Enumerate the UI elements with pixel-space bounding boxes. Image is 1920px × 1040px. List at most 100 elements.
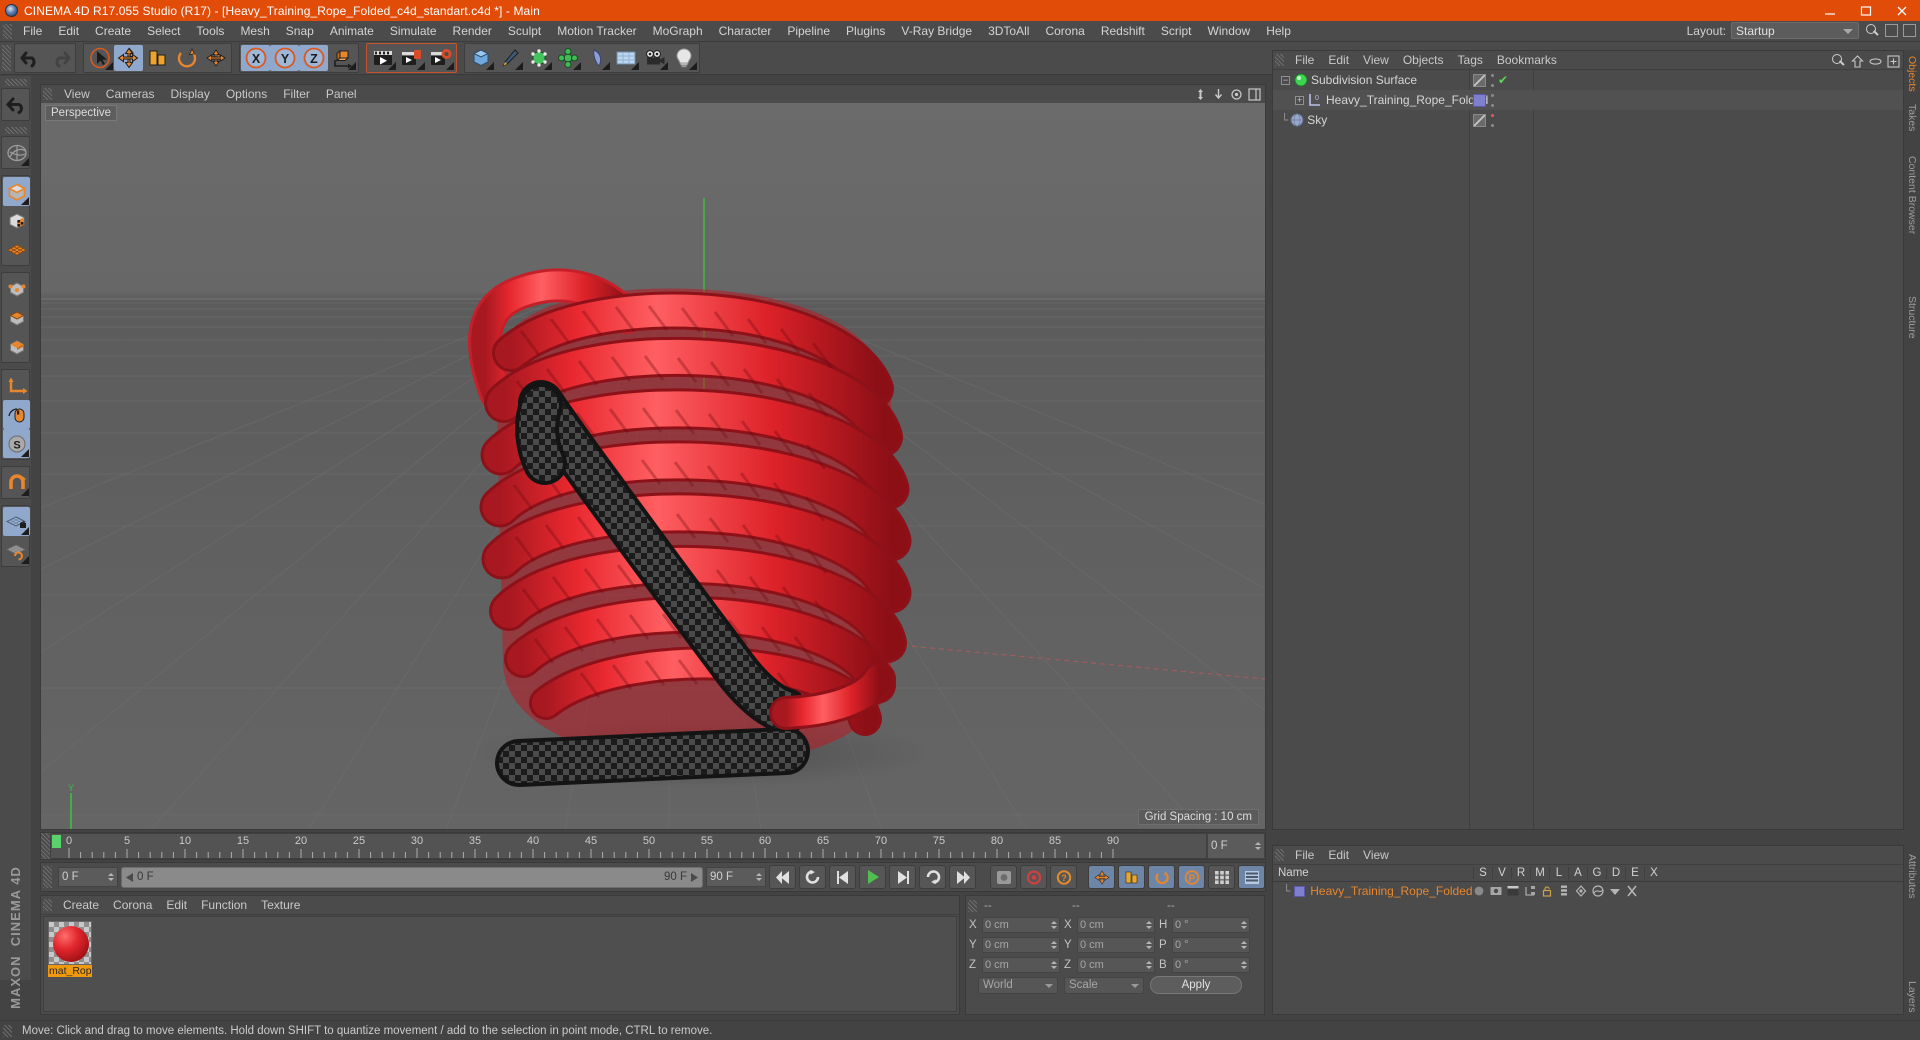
material-manager-grip[interactable]	[43, 899, 52, 911]
menu-item-snap[interactable]: Snap	[278, 21, 322, 42]
rot-b-field[interactable]: 0 °	[1172, 956, 1250, 973]
lock-y-axis-button[interactable]: Y	[270, 45, 299, 71]
select-tool-button[interactable]	[85, 45, 114, 71]
undo-button[interactable]	[16, 45, 45, 71]
rotate-tool-button[interactable]	[172, 45, 201, 71]
magnet-tool-button[interactable]	[3, 468, 30, 497]
pos-y-field[interactable]: 0 cm	[982, 936, 1060, 953]
search-icon[interactable]	[1830, 53, 1846, 69]
material-item[interactable]: mat_Rope	[48, 921, 92, 977]
menu-item-pipeline[interactable]: Pipeline	[779, 21, 838, 42]
menu-item-file[interactable]: File	[15, 21, 50, 42]
vtab-content-browser[interactable]: Content Browser	[1904, 150, 1920, 240]
lock-icon[interactable]	[1541, 885, 1553, 897]
visibility-swatch[interactable]	[1473, 113, 1486, 127]
menu-item-plugins[interactable]: Plugins	[838, 21, 893, 42]
world-coordinate-button[interactable]	[328, 45, 357, 71]
enable-snap-button[interactable]: S	[3, 429, 30, 458]
expression-icon[interactable]	[1609, 885, 1621, 897]
object-manager-grip[interactable]	[1275, 54, 1284, 66]
workplane-toggle-button[interactable]	[3, 536, 30, 565]
add-spline-button[interactable]	[495, 45, 524, 71]
search-icon[interactable]	[1864, 23, 1880, 39]
attrmgr-menu-edit[interactable]: Edit	[1321, 848, 1356, 862]
polygon-mode-button[interactable]	[3, 235, 30, 264]
viewport-menu-filter[interactable]: Filter	[275, 87, 318, 101]
end-frame-stepper[interactable]	[756, 871, 762, 883]
pos-x-field[interactable]: 0 cm	[982, 916, 1060, 933]
frame-range-slider[interactable]: 0 F 90 F	[121, 866, 703, 888]
live-selection-button[interactable]	[3, 138, 30, 167]
move-tool-button[interactable]	[114, 45, 143, 71]
rot-p-field[interactable]: 0 °	[1172, 936, 1250, 953]
material-tag-swatch[interactable]	[1473, 93, 1486, 107]
close-button[interactable]	[1884, 0, 1920, 21]
keyframe-selection-button[interactable]: ?	[1050, 865, 1077, 889]
model-mode-button[interactable]	[3, 177, 30, 206]
expand-toggle[interactable]: −	[1281, 75, 1290, 85]
position-key-button[interactable]	[1088, 865, 1115, 889]
objmgr-menu-file[interactable]: File	[1288, 53, 1321, 67]
undo-view-button[interactable]	[3, 90, 30, 119]
object-tree[interactable]: − Subdivision Surface ✔ + 0 Heavy_Traini…	[1273, 70, 1903, 829]
playback-grip[interactable]	[43, 866, 52, 888]
point-level-animation-button[interactable]	[1208, 865, 1235, 889]
go-to-end-button[interactable]	[949, 865, 976, 889]
menu-item-simulate[interactable]: Simulate	[382, 21, 445, 42]
vtab-attributes[interactable]: Attributes	[1904, 848, 1920, 904]
add-light-button[interactable]	[669, 45, 698, 71]
add-floor-button[interactable]	[611, 45, 640, 71]
menu-item-3dtoall[interactable]: 3DToAll	[980, 21, 1037, 42]
viewport-solo-button[interactable]	[3, 400, 30, 429]
scale-tool-button[interactable]	[143, 45, 172, 71]
menu-item-mograph[interactable]: MoGraph	[645, 21, 711, 42]
vtab-takes[interactable]: Takes	[1904, 98, 1920, 137]
zoom-view-icon[interactable]	[1212, 88, 1225, 101]
redo-button[interactable]	[45, 45, 74, 71]
objmgr-menu-tags[interactable]: Tags	[1451, 53, 1490, 67]
go-to-start-button[interactable]	[769, 865, 796, 889]
object-row-heavy-training-rope-folded[interactable]: + 0 Heavy_Training_Rope_Folded	[1273, 90, 1903, 110]
loop-button[interactable]	[919, 865, 946, 889]
object-row-flags[interactable]	[1473, 90, 1494, 110]
size-x-stepper[interactable]	[1146, 919, 1152, 931]
manager-icon[interactable]	[1524, 885, 1536, 897]
texture-mode-button[interactable]	[3, 206, 30, 235]
object-row-subdivision-surface[interactable]: − Subdivision Surface ✔	[1273, 70, 1903, 90]
add-tool-button[interactable]	[201, 45, 230, 71]
window-maximize-icon[interactable]	[1903, 24, 1916, 37]
attrmgr-menu-file[interactable]: File	[1288, 848, 1321, 862]
add-generator-button[interactable]	[524, 45, 553, 71]
step-back-button[interactable]	[829, 865, 856, 889]
points-mode-button[interactable]	[3, 274, 30, 303]
solo-icon[interactable]	[1473, 885, 1485, 897]
menu-item-motion-tracker[interactable]: Motion Tracker	[549, 21, 644, 42]
objmgr-menu-view[interactable]: View	[1356, 53, 1396, 67]
menu-item-help[interactable]: Help	[1258, 21, 1299, 42]
viewport-menu-options[interactable]: Options	[218, 87, 275, 101]
vtab-structure[interactable]: Structure	[1904, 290, 1920, 345]
viewport-menu-cameras[interactable]: Cameras	[98, 87, 163, 101]
objmgr-menu-edit[interactable]: Edit	[1321, 53, 1356, 67]
menu-item-select[interactable]: Select	[139, 21, 188, 42]
play-button[interactable]	[859, 865, 886, 889]
timeline-grip[interactable]	[41, 833, 50, 859]
end-frame-field[interactable]: 90 F	[706, 867, 766, 887]
objmgr-menu-objects[interactable]: Objects	[1396, 53, 1451, 67]
rot-h-stepper[interactable]	[1241, 919, 1247, 931]
range-left-handle-icon[interactable]	[126, 872, 134, 882]
deformer-icon[interactable]	[1592, 885, 1604, 897]
lock-z-axis-button[interactable]: Z	[299, 45, 328, 71]
render-settings-button[interactable]	[426, 45, 455, 71]
timeline-playhead[interactable]	[52, 835, 61, 848]
viewport-grip[interactable]	[43, 88, 52, 100]
menu-item-render[interactable]: Render	[445, 21, 500, 42]
timeline-ruler[interactable]: 0 5 10 15 20 25 30 35 40 45 50 55 60 65 …	[50, 833, 1207, 859]
matmgr-menu-edit[interactable]: Edit	[159, 898, 194, 912]
step-forward-button[interactable]	[889, 865, 916, 889]
object-row-flags[interactable]	[1473, 110, 1494, 130]
start-frame-field[interactable]: 0 F	[58, 867, 118, 887]
pos-z-field[interactable]: 0 cm	[982, 956, 1060, 973]
rot-b-stepper[interactable]	[1241, 959, 1247, 971]
rotation-key-button[interactable]	[1148, 865, 1175, 889]
